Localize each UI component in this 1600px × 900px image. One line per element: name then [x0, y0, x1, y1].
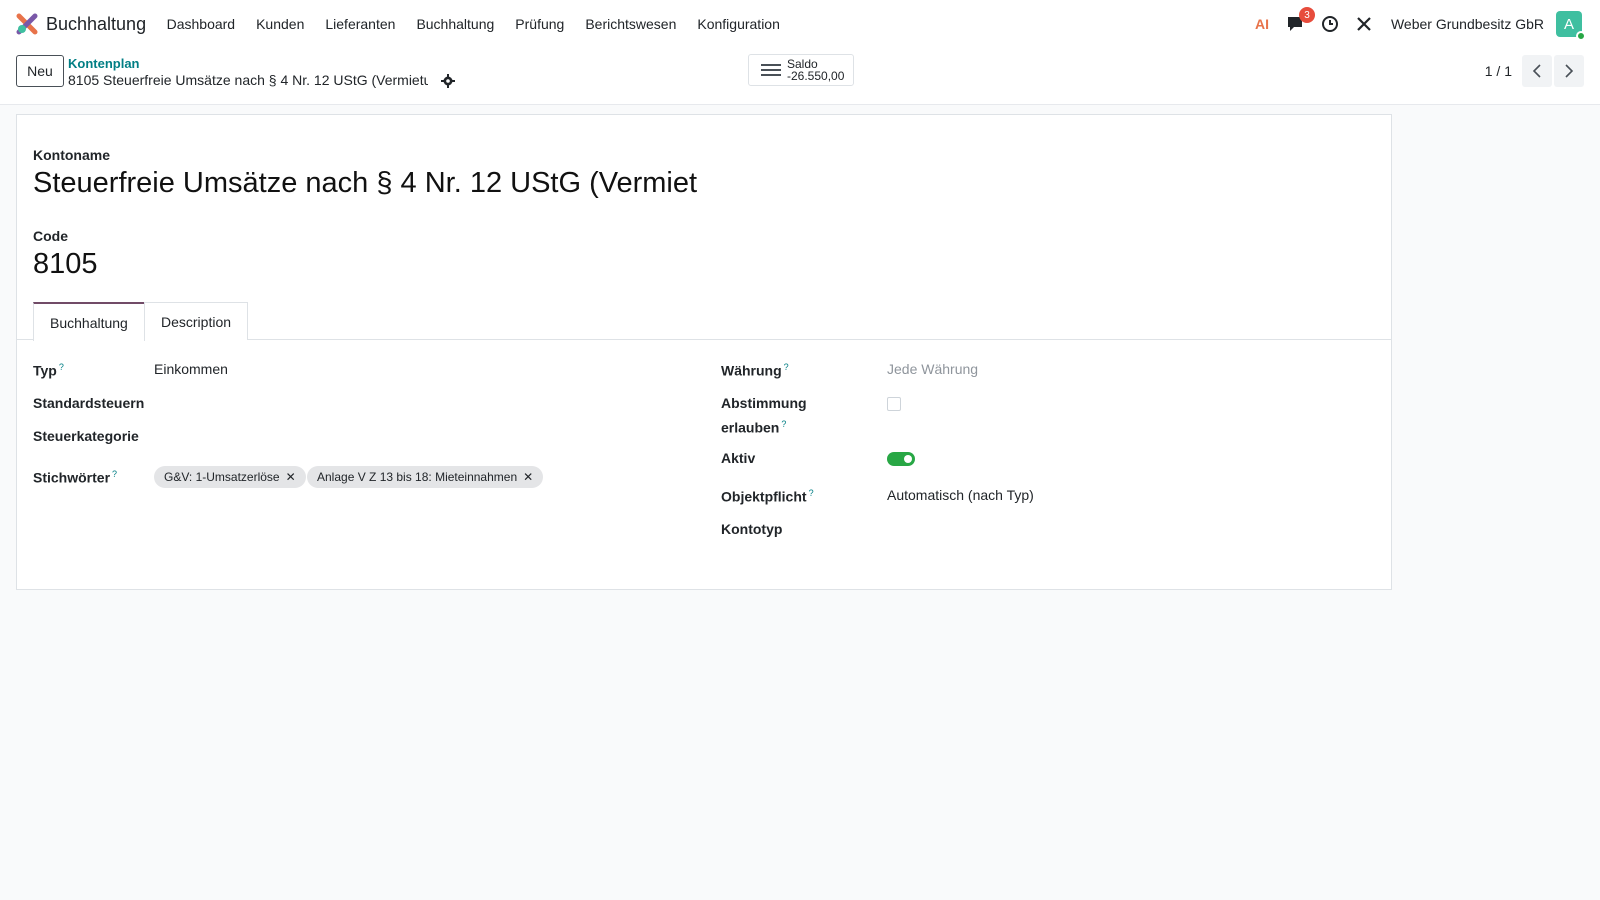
company-switcher[interactable]: Weber Grundbesitz GbR: [1391, 16, 1544, 32]
main-menu: Dashboard Kunden Lieferanten Buchhaltung…: [156, 16, 790, 32]
standardsteuern-label: Standardsteuern: [33, 395, 145, 411]
app-name[interactable]: Buchhaltung: [46, 14, 146, 35]
menu-item-berichtswesen[interactable]: Berichtswesen: [575, 16, 687, 32]
help-icon[interactable]: ?: [112, 469, 117, 479]
typ-label: Typ?: [33, 357, 64, 382]
tag-chip[interactable]: Anlage V Z 13 bis 18: Mieteinnahmen ✕: [307, 466, 544, 488]
kontotyp-label: Kontotyp: [721, 521, 783, 537]
waehrung-label-text: Währung: [721, 362, 782, 379]
objektpflicht-label-text: Objektpflicht: [721, 488, 807, 505]
pager-previous-button[interactable]: [1522, 55, 1552, 87]
pager-next-button[interactable]: [1554, 55, 1584, 87]
aktiv-label: Aktiv: [721, 450, 756, 466]
abstimmung-label: Abstimmung erlauben?: [721, 393, 807, 439]
record-title: 8105 Steuerfreie Umsätze nach § 4 Nr. 12…: [68, 72, 428, 88]
typ-field[interactable]: Einkommen: [154, 361, 228, 377]
menu-item-lieferanten[interactable]: Lieferanten: [315, 16, 406, 32]
notebook-tabs: Buchhaltung Description: [17, 302, 1391, 341]
tag-label: Anlage V Z 13 bis 18: Mieteinnahmen: [317, 470, 518, 484]
avatar-letter: A: [1563, 15, 1574, 33]
code-label: Code: [33, 228, 68, 244]
app-logo-icon[interactable]: [16, 13, 38, 35]
menu-item-buchhaltung[interactable]: Buchhaltung: [406, 16, 505, 32]
kontoname-field[interactable]: Steuerfreie Umsätze nach § 4 Nr. 12 UStG…: [33, 167, 697, 200]
clock-icon[interactable]: [1319, 13, 1341, 35]
top-navbar: Buchhaltung Dashboard Kunden Lieferanten…: [0, 0, 1600, 48]
abstimmung-label-line1: Abstimmung: [721, 395, 807, 411]
tab-buchhaltung[interactable]: Buchhaltung: [33, 302, 145, 341]
menu-item-dashboard[interactable]: Dashboard: [156, 16, 246, 32]
list-icon: [761, 61, 781, 79]
help-icon[interactable]: ?: [809, 488, 814, 498]
control-panel: Neu Kontenplan 8105 Steuerfreie Umsätze …: [0, 48, 1600, 105]
stichwoerter-label-text: Stichwörter: [33, 469, 111, 486]
menu-item-konfiguration[interactable]: Konfiguration: [687, 16, 791, 32]
abstimmung-label-line2: erlauben: [721, 419, 780, 436]
tag-label: G&V: 1-Umsatzerlöse: [164, 470, 280, 484]
tag-chip[interactable]: G&V: 1-Umsatzerlöse ✕: [154, 466, 306, 488]
messages-badge: 3: [1298, 7, 1315, 23]
chevron-left-icon: [1532, 64, 1541, 78]
abstimmung-checkbox[interactable]: [887, 397, 901, 411]
menu-item-pruefung[interactable]: Prüfung: [505, 16, 575, 32]
online-status-icon: [1576, 31, 1586, 41]
remove-tag-icon[interactable]: ✕: [523, 470, 533, 484]
pager-value[interactable]: 1 / 1: [1485, 63, 1512, 79]
chevron-right-icon: [1565, 64, 1574, 78]
user-avatar[interactable]: A: [1556, 11, 1586, 41]
remove-tag-icon[interactable]: ✕: [286, 470, 296, 484]
stichwoerter-label: Stichwörter?: [33, 464, 117, 489]
aktiv-toggle[interactable]: [887, 452, 915, 466]
waehrung-label: Währung?: [721, 357, 789, 382]
breadcrumb-kontenplan[interactable]: Kontenplan: [68, 56, 140, 71]
help-icon[interactable]: ?: [59, 362, 64, 372]
new-button[interactable]: Neu: [16, 55, 64, 87]
form-sheet: Kontoname Steuerfreie Umsätze nach § 4 N…: [16, 114, 1392, 590]
gear-icon[interactable]: [440, 73, 456, 89]
ai-icon[interactable]: AI: [1251, 13, 1273, 35]
steuerkategorie-label: Steuerkategorie: [33, 428, 139, 444]
menu-item-kunden[interactable]: Kunden: [246, 16, 315, 32]
waehrung-field[interactable]: Jede Währung: [887, 361, 978, 377]
typ-label-text: Typ: [33, 362, 57, 379]
messages-icon[interactable]: 3: [1285, 7, 1315, 35]
saldo-value: -26.550,00: [787, 69, 845, 83]
code-field[interactable]: 8105: [33, 248, 98, 281]
saldo-stat-button[interactable]: Saldo -26.550,00: [748, 54, 854, 86]
tab-description[interactable]: Description: [144, 302, 249, 340]
tools-icon[interactable]: [1353, 13, 1375, 35]
help-icon[interactable]: ?: [784, 362, 789, 372]
kontoname-label: Kontoname: [33, 147, 110, 163]
navbar-systray: AI 3 Weber Grundbesitz GbR A: [1245, 0, 1600, 48]
objektpflicht-label: Objektpflicht?: [721, 483, 814, 508]
ai-icon-label: AI: [1254, 16, 1269, 32]
objektpflicht-field[interactable]: Automatisch (nach Typ): [887, 487, 1034, 503]
help-icon[interactable]: ?: [781, 419, 786, 429]
